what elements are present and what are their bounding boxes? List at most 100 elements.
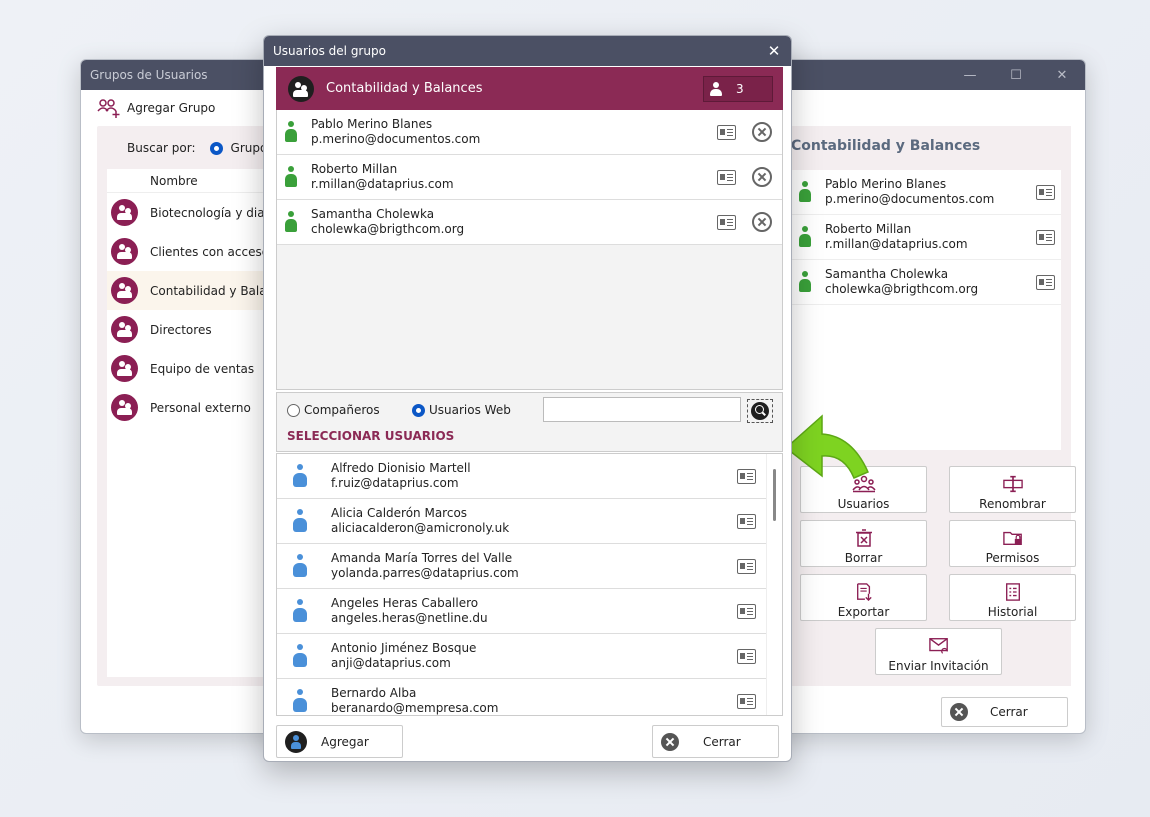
groups-list-header: Nombre bbox=[107, 169, 287, 193]
rename-icon bbox=[1002, 475, 1023, 493]
web-users-option[interactable]: Usuarios Web bbox=[412, 403, 511, 417]
history-button[interactable]: Historial bbox=[949, 574, 1076, 621]
folder-lock-icon bbox=[1002, 531, 1022, 546]
permissions-button-label: Permisos bbox=[985, 551, 1040, 565]
list-item[interactable]: Roberto Millan r.millan@dataprius.com bbox=[791, 215, 1061, 260]
remove-member-icon[interactable] bbox=[752, 212, 772, 232]
send-invitation-label: Enviar Invitación bbox=[888, 659, 989, 673]
dialog-title: Usuarios del grupo bbox=[273, 44, 386, 58]
add-user-icon bbox=[285, 730, 307, 753]
users-button-label: Usuarios bbox=[837, 497, 890, 511]
list-item[interactable]: Alfredo Dionisio Martell f.ruiz@dataprius… bbox=[277, 454, 782, 499]
list-item[interactable]: Bernardo Alba beranardo@mempresa.com bbox=[277, 679, 782, 715]
user-email: anji@dataprius.com bbox=[331, 656, 451, 670]
list-item[interactable]: Pablo Merino Blanes p.merino@documentos.c… bbox=[791, 170, 1061, 215]
close-icon[interactable]: ✕ bbox=[1039, 68, 1085, 83]
close-button[interactable]: Cerrar bbox=[652, 725, 779, 758]
member-email: r.millan@dataprius.com bbox=[311, 177, 454, 191]
list-item[interactable]: Equipo de ventas bbox=[107, 349, 287, 388]
user-name: Amanda María Torres del Valle bbox=[331, 551, 513, 565]
companeros-radio[interactable] bbox=[287, 403, 300, 417]
list-item[interactable]: Personal externo bbox=[107, 388, 287, 427]
add-button[interactable]: Agregar bbox=[276, 725, 403, 758]
close-button-label: Cerrar bbox=[703, 734, 741, 749]
dialog-titlebar: Usuarios del grupo ✕ bbox=[264, 36, 791, 66]
list-item[interactable]: Angeles Heras Caballero angeles.heras@net… bbox=[277, 589, 782, 634]
contact-card-icon[interactable] bbox=[717, 214, 736, 230]
group-detail-title: Contabilidad y Balances bbox=[791, 138, 981, 154]
add-group-button[interactable]: Agregar Grupo bbox=[97, 97, 215, 119]
available-users-list: Alfredo Dionisio Martell f.ruiz@dataprius… bbox=[276, 453, 783, 716]
search-groups-radio[interactable] bbox=[209, 141, 223, 155]
user-icon bbox=[285, 166, 297, 188]
delete-button[interactable]: Borrar bbox=[800, 520, 927, 567]
member-name: Pablo Merino Blanes bbox=[311, 117, 433, 131]
group-name: Contabilidad y Balanc bbox=[150, 283, 281, 298]
member-name: Roberto Millan bbox=[825, 222, 912, 236]
member-email: r.millan@dataprius.com bbox=[825, 237, 968, 251]
contact-card-icon[interactable] bbox=[737, 648, 756, 664]
contact-card-icon[interactable] bbox=[1036, 229, 1055, 245]
contact-card-icon[interactable] bbox=[717, 169, 736, 185]
member-name: Roberto Millan bbox=[311, 162, 398, 176]
contact-card-icon[interactable] bbox=[737, 513, 756, 529]
user-icon bbox=[799, 181, 811, 203]
list-item[interactable]: Samantha Cholewka cholewka@brigthcom.org bbox=[791, 260, 1061, 305]
rename-button[interactable]: Renombrar bbox=[949, 466, 1076, 513]
remove-member-icon[interactable] bbox=[752, 122, 772, 142]
remove-member-icon[interactable] bbox=[752, 167, 772, 187]
group-header: Contabilidad y Balances 3 bbox=[276, 67, 783, 110]
member-email: cholewka@brigthcom.org bbox=[825, 282, 979, 296]
user-icon bbox=[293, 554, 307, 578]
contact-card-icon[interactable] bbox=[737, 558, 756, 574]
list-item[interactable]: Amanda María Torres del Valle yolanda.par… bbox=[277, 544, 782, 589]
list-item[interactable]: Biotecnología y diagn bbox=[107, 193, 287, 232]
list-item[interactable]: Directores bbox=[107, 310, 287, 349]
list-item[interactable]: Pablo Merino Blanes p.merino@documentos.c… bbox=[277, 110, 782, 155]
user-icon bbox=[293, 509, 307, 533]
list-item[interactable]: Contabilidad y Balanc bbox=[107, 271, 287, 310]
contact-card-icon[interactable] bbox=[737, 603, 756, 619]
search-button[interactable] bbox=[747, 399, 773, 423]
list-item[interactable]: Antonio Jiménez Bosque anji@dataprius.com bbox=[277, 634, 782, 679]
contact-card-icon[interactable] bbox=[717, 124, 736, 140]
user-name: Bernardo Alba bbox=[331, 686, 417, 700]
close-window-button[interactable]: Cerrar bbox=[941, 697, 1068, 727]
user-icon bbox=[293, 689, 307, 713]
search-icon bbox=[751, 402, 769, 420]
member-email: p.merino@documentos.com bbox=[825, 192, 995, 206]
search-input[interactable] bbox=[543, 397, 741, 422]
contact-card-icon[interactable] bbox=[1036, 274, 1055, 290]
users-scrollbar[interactable] bbox=[766, 454, 782, 715]
member-name: Pablo Merino Blanes bbox=[825, 177, 947, 191]
list-item[interactable]: Alicia Calderón Marcos aliciacalderon@ami… bbox=[277, 499, 782, 544]
list-item[interactable]: Roberto Millan r.millan@dataprius.com bbox=[277, 155, 782, 200]
export-button-label: Exportar bbox=[837, 605, 890, 619]
companeros-option[interactable]: Compañeros bbox=[287, 403, 380, 417]
group-icon bbox=[111, 277, 138, 304]
minimize-icon[interactable]: — bbox=[947, 68, 993, 83]
group-name: Biotecnología y diagn bbox=[150, 205, 280, 220]
send-invitation-button[interactable]: Enviar Invitación bbox=[875, 628, 1002, 675]
user-name: Alicia Calderón Marcos bbox=[331, 506, 468, 520]
list-item[interactable]: Clientes con acceso a bbox=[107, 232, 287, 271]
group-icon bbox=[288, 75, 314, 102]
person-icon bbox=[710, 81, 722, 96]
member-name: Samantha Cholewka bbox=[311, 207, 435, 221]
permissions-button[interactable]: Permisos bbox=[949, 520, 1076, 567]
group-name: Directores bbox=[150, 322, 212, 337]
group-name: Personal externo bbox=[150, 400, 251, 415]
groups-window-title: Grupos de Usuarios bbox=[90, 68, 208, 82]
export-button[interactable]: Exportar bbox=[800, 574, 927, 621]
maximize-icon[interactable]: ☐ bbox=[993, 68, 1039, 83]
contact-card-icon[interactable] bbox=[1036, 184, 1055, 200]
user-filter-bar: Compañeros Usuarios Web SELECCIONAR USUA… bbox=[276, 392, 783, 452]
close-icon[interactable]: ✕ bbox=[757, 42, 791, 60]
scrollbar-thumb[interactable] bbox=[773, 469, 776, 521]
web-users-radio[interactable] bbox=[412, 403, 425, 417]
contact-card-icon[interactable] bbox=[737, 468, 756, 484]
contact-card-icon[interactable] bbox=[737, 693, 756, 709]
list-item[interactable]: Samantha Cholewka cholewka@brigthcom.org bbox=[277, 200, 782, 245]
group-name: Equipo de ventas bbox=[150, 361, 255, 376]
user-email: f.ruiz@dataprius.com bbox=[331, 476, 459, 490]
